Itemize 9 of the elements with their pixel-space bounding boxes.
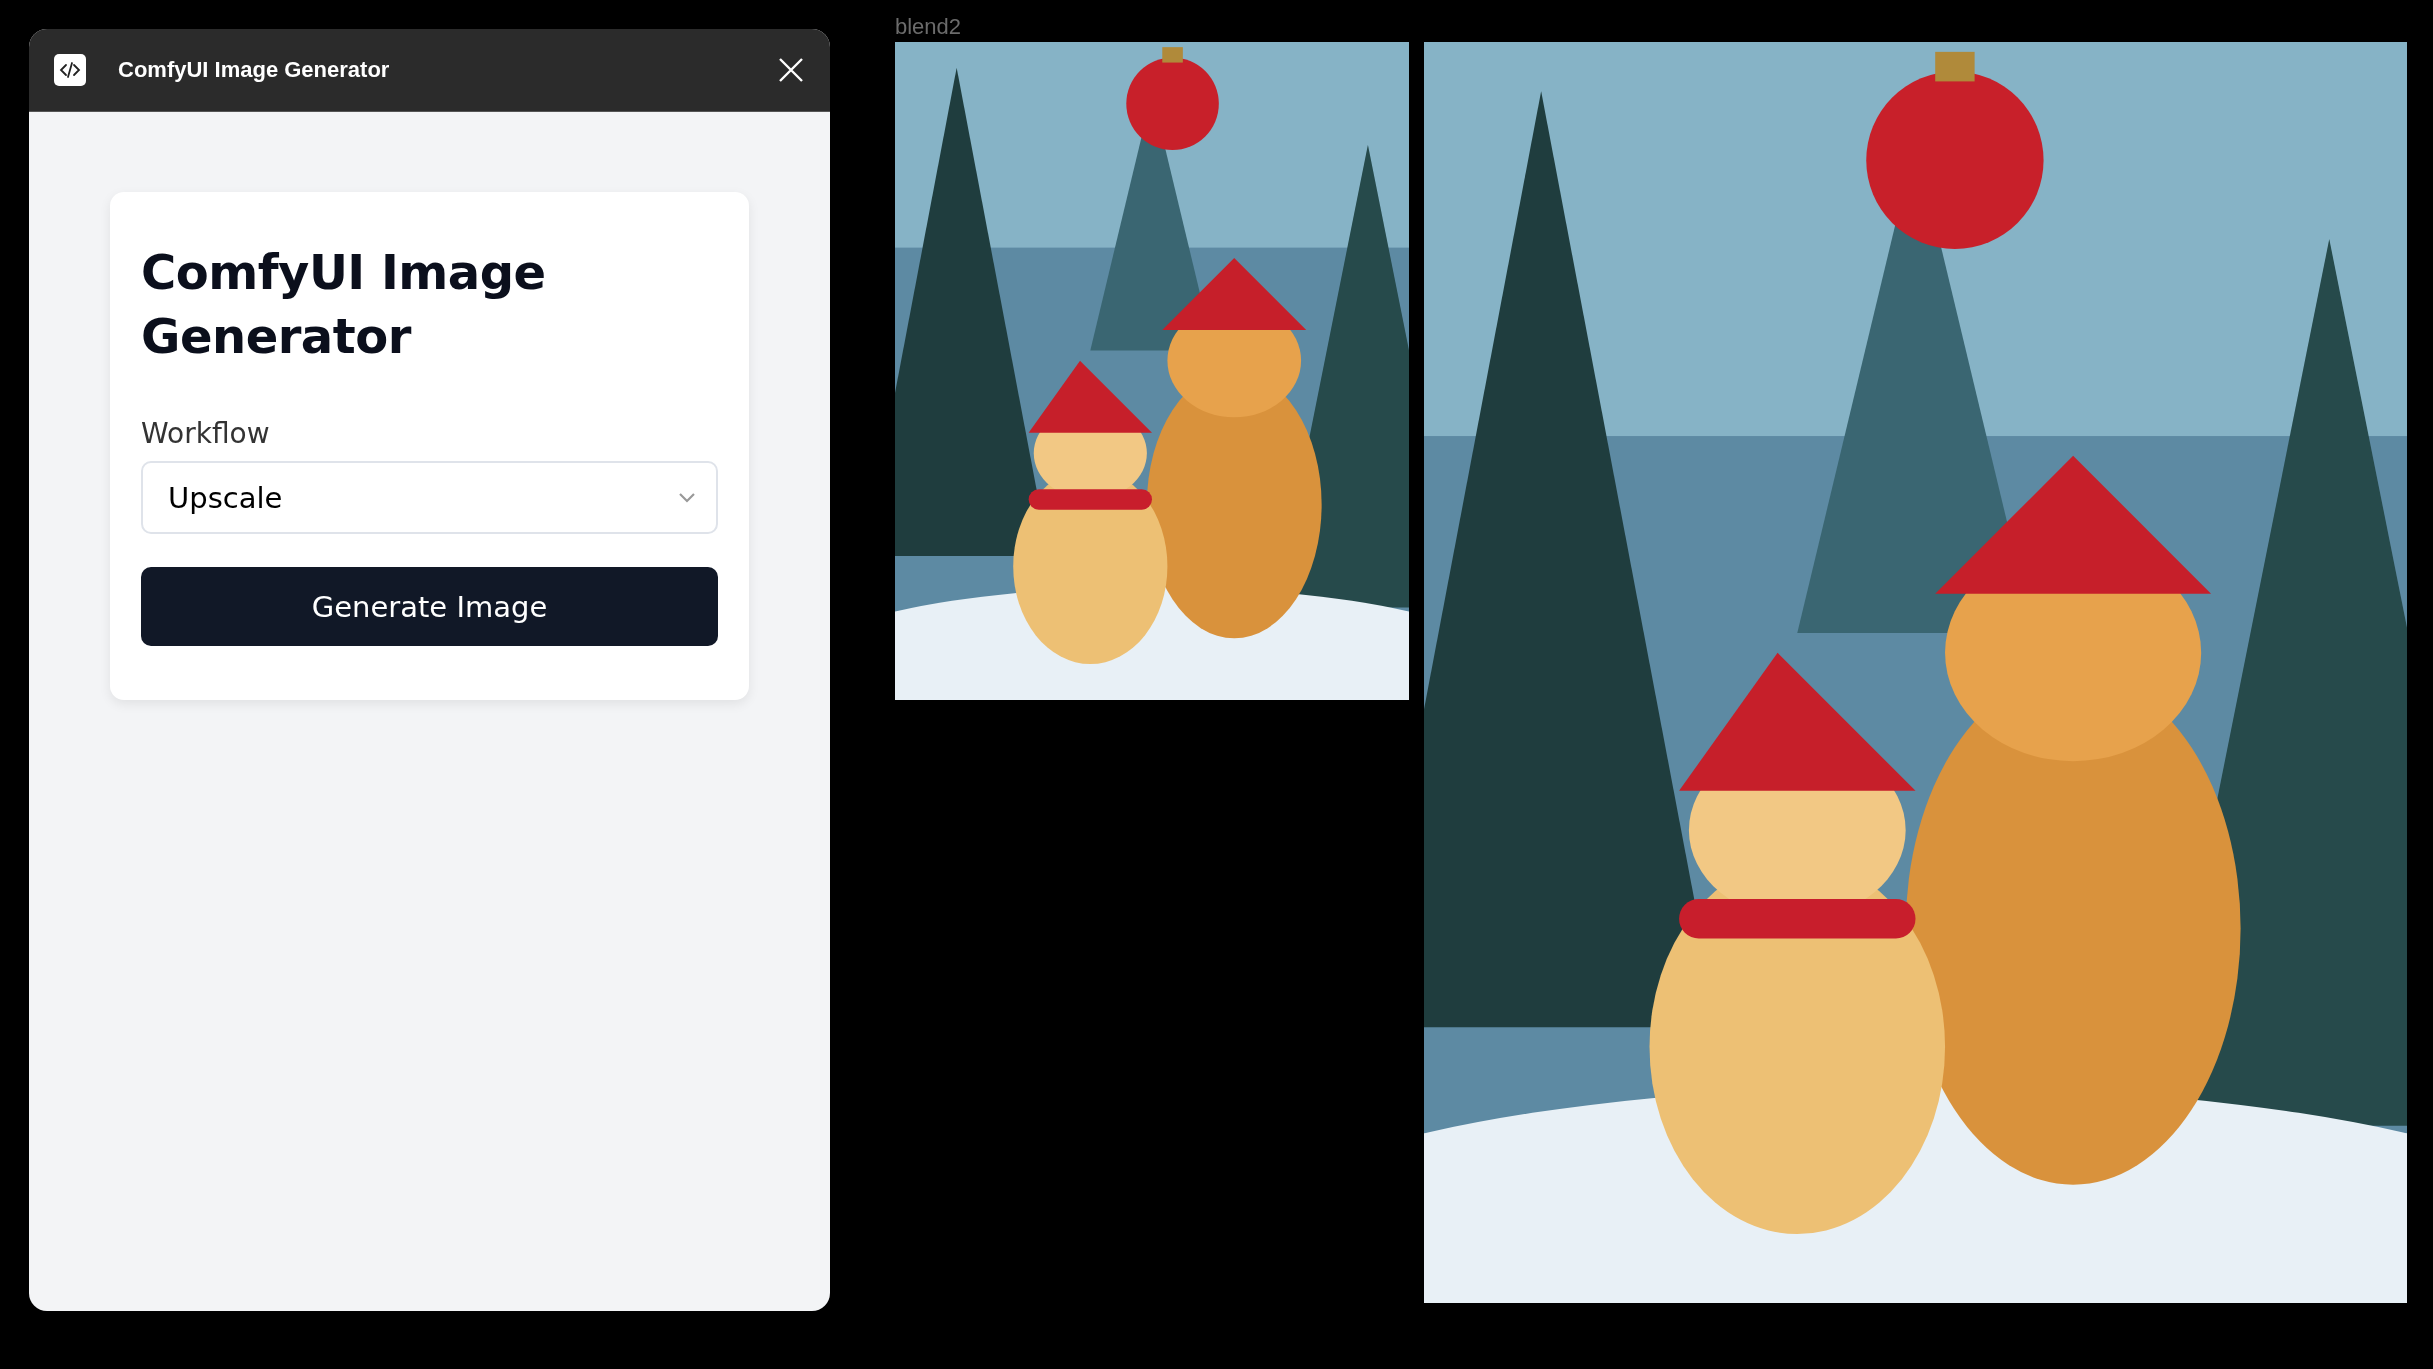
workflow-label: Workflow [141,417,270,451]
generate-button[interactable]: Generate Image [141,567,718,646]
image-label: blend2 [895,14,963,41]
close-icon[interactable] [778,57,804,83]
workflow-select[interactable]: Upscale [141,461,718,534]
form-heading: ComfyUI Image Generator [141,243,547,366]
chevron-icon [678,491,696,504]
window-title: ComfyUI Image Generator [118,57,391,83]
code-icon [54,54,86,86]
